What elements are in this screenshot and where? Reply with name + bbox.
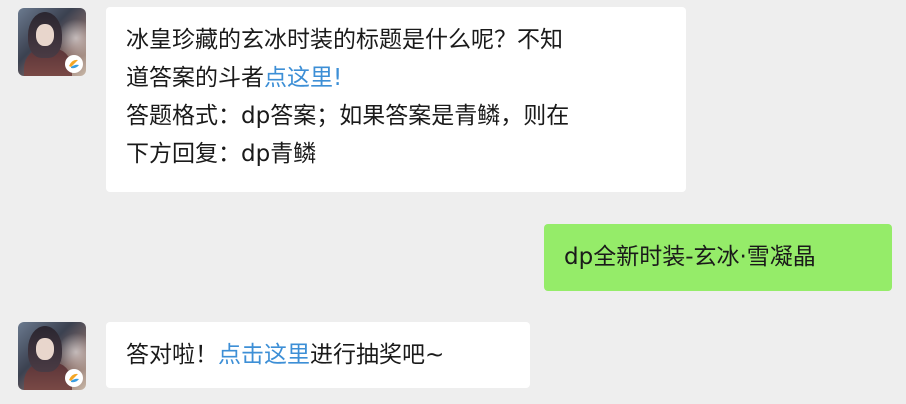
bot-avatar[interactable]	[18, 322, 86, 390]
user-message-bubble: dp全新时装-玄冰·雪凝晶	[544, 224, 892, 291]
bot-message-bubble: 冰皇珍藏的玄冰时装的标题是什么呢？不知 道答案的斗者点这里! 答题格式：dp答案…	[106, 7, 686, 192]
message-text: 道答案的斗者	[126, 65, 264, 91]
bot-message-bubble: 答对啦！点击这里进行抽奖吧~	[106, 322, 530, 388]
avatar-figure-face	[36, 24, 54, 46]
message-text: 答对啦！	[126, 342, 218, 368]
message-text-line: 答题格式：dp答案；如果答案是青鳞，则在	[126, 103, 570, 129]
message-text: 进行抽奖吧~	[310, 342, 445, 368]
lottery-link[interactable]: 点击这里	[218, 342, 310, 368]
message-text-line: 冰皇珍藏的玄冰时装的标题是什么呢？不知	[126, 27, 563, 53]
answer-link[interactable]: 点这里!	[264, 65, 342, 91]
message-text-line: 道答案的斗者点这里!	[126, 59, 672, 97]
avatar-figure-face	[36, 338, 54, 360]
message-text-line: 下方回复：dp青鳞	[126, 141, 317, 167]
bot-avatar[interactable]	[18, 8, 86, 76]
platform-badge-icon	[65, 55, 83, 73]
message-text: dp全新时装-玄冰·雪凝晶	[564, 244, 816, 270]
platform-badge-icon	[65, 369, 83, 387]
